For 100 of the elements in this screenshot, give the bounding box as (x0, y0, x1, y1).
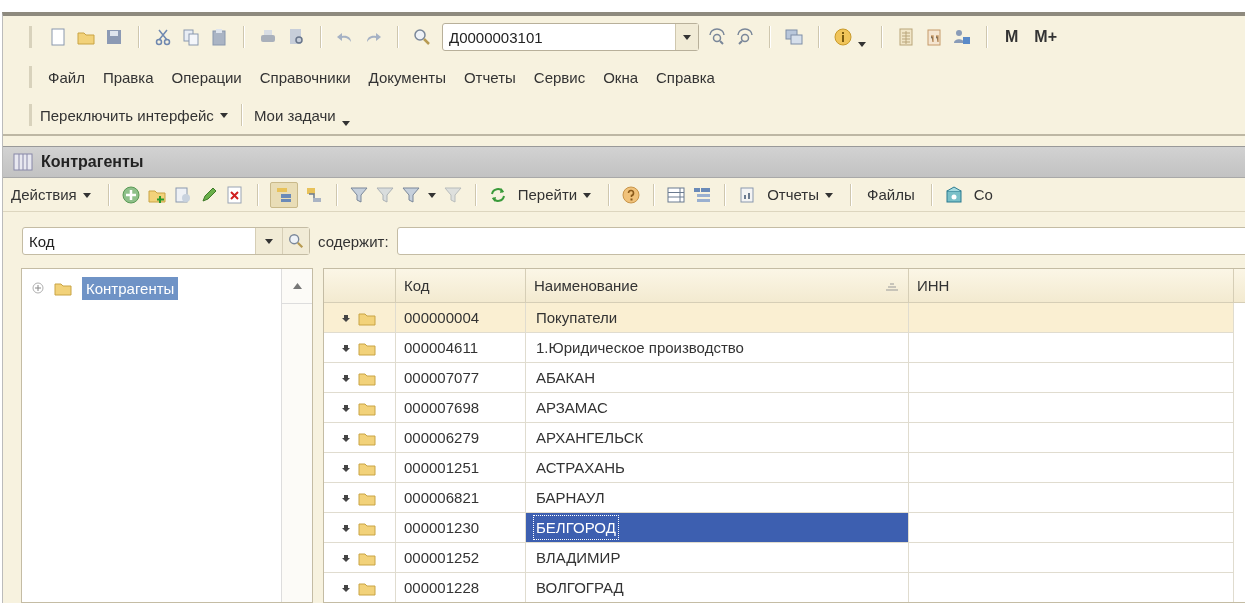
caret-icon[interactable] (857, 40, 867, 48)
box-icon[interactable] (943, 184, 964, 205)
selected-cell-highlight[interactable]: БАРНАУЛ (526, 483, 909, 513)
search-field[interactable]: Д0000003101 (443, 28, 675, 46)
users-icon[interactable] (952, 27, 972, 47)
calendar-icon[interactable] (924, 27, 944, 47)
column-header[interactable]: Код (396, 269, 526, 303)
menu-item[interactable]: Справка (654, 66, 717, 88)
caret-icon[interactable] (218, 111, 229, 119)
menu-item[interactable]: Правка (100, 66, 156, 88)
paste-icon[interactable] (209, 27, 229, 47)
caret-icon[interactable] (426, 190, 437, 199)
filter-field-select[interactable]: Код (22, 227, 310, 255)
row-marker-cell[interactable] (324, 453, 396, 483)
table-icon[interactable] (896, 27, 916, 47)
expand-icon (341, 522, 350, 533)
table-cell-text: Покупатели (535, 308, 619, 328)
scroll-up-icon[interactable] (291, 281, 303, 291)
row-marker-cell[interactable] (324, 483, 396, 513)
caret-icon[interactable] (340, 119, 351, 127)
table-cell-text: АРХАНГЕЛЬСК (535, 428, 645, 448)
selected-cell-highlight[interactable]: 1.Юридическое производство (526, 333, 909, 363)
caret-icon[interactable] (81, 190, 92, 199)
table-cell-text: АРЗАМАС (535, 398, 609, 418)
column-header (324, 269, 396, 303)
search-combo-box[interactable]: Д0000003101 (442, 23, 699, 51)
row-marker-cell[interactable] (324, 393, 396, 423)
selected-cell-highlight[interactable]: АСТРАХАНЬ (526, 453, 909, 483)
table-cell-text: БАРНАУЛ (535, 488, 606, 508)
expand-icon (341, 462, 350, 473)
selected-cell-highlight[interactable]: БЕЛГОРОД (526, 513, 909, 543)
menu-item[interactable]: Операции (169, 66, 244, 88)
filter-off-icon[interactable] (374, 184, 395, 205)
selected-cell-highlight[interactable]: Покупатели (526, 303, 909, 333)
table-cell-text: АБАКАН (535, 368, 597, 388)
table-cell: 000000004 (396, 303, 526, 333)
windows-icon[interactable] (784, 27, 804, 47)
document-icon[interactable] (48, 27, 68, 47)
column-header[interactable]: Наименование (526, 269, 909, 303)
expand-toggle-icon[interactable] (32, 282, 44, 294)
copy-icon[interactable] (181, 27, 201, 47)
menu-item[interactable]: Файл (46, 66, 87, 88)
scissors-icon[interactable] (153, 27, 173, 47)
memory-button[interactable]: M+ (1030, 28, 1061, 46)
search-icon[interactable] (287, 232, 305, 250)
save-icon[interactable] (104, 27, 124, 47)
menu-item[interactable]: Отчеты (461, 66, 518, 88)
search-icon[interactable] (412, 27, 432, 47)
toolbar-button[interactable]: Файлы (863, 184, 919, 205)
window-title: Контрагенты (41, 153, 144, 171)
toolbar-button[interactable]: Перейти (513, 184, 597, 205)
window-list-icon (13, 153, 33, 171)
selected-cell-highlight[interactable]: АБАКАН (526, 363, 909, 393)
row-marker-cell[interactable] (324, 333, 396, 363)
expand-icon (341, 432, 350, 443)
toolbar-button[interactable]: Со (969, 184, 997, 205)
row-marker-cell[interactable] (324, 303, 396, 333)
expand-icon (341, 582, 350, 593)
menu-item[interactable]: Окна (601, 66, 641, 88)
caret-icon[interactable] (264, 237, 274, 245)
row-marker-cell[interactable] (324, 543, 396, 573)
delete-icon[interactable] (224, 184, 245, 205)
toolbar-button[interactable]: Переключить интерфейс (36, 104, 233, 126)
expand-icon (341, 372, 350, 383)
caret-icon[interactable] (824, 190, 835, 199)
caret-icon[interactable] (582, 190, 593, 199)
hierarchy-toggle[interactable] (269, 181, 298, 208)
info-icon[interactable] (833, 27, 853, 47)
row-marker-cell[interactable] (324, 423, 396, 453)
menu-item[interactable]: Документы (366, 66, 448, 88)
table-cell-text: 1.Юридическое производство (535, 338, 745, 358)
search-previous-icon[interactable] (735, 27, 755, 47)
selected-cell-highlight[interactable]: ВЛАДИМИР (526, 543, 909, 573)
selected-cell-highlight[interactable]: АРЗАМАС (526, 393, 909, 423)
table-cell-text: АСТРАХАНЬ (535, 458, 626, 478)
filter-icon[interactable] (400, 184, 421, 205)
expand-icon (341, 312, 350, 323)
list-icon[interactable] (666, 184, 687, 205)
memory-button[interactable]: M (1001, 28, 1023, 46)
row-marker-cell[interactable] (324, 363, 396, 393)
filter-label: содержит: (318, 232, 389, 250)
expand-icon (341, 552, 350, 563)
menu-item[interactable]: Сервис (531, 66, 588, 88)
column-header[interactable]: ИНН (909, 269, 1234, 303)
expand-icon (341, 342, 350, 353)
toolbar-button[interactable]: Отчеты (763, 184, 839, 205)
toolbar-button[interactable]: Действия (7, 184, 96, 205)
add-icon[interactable] (120, 184, 141, 205)
row-marker-cell[interactable] (324, 513, 396, 543)
help-icon[interactable] (621, 184, 642, 205)
expand-icon (341, 402, 350, 413)
selected-cell-highlight[interactable]: АРХАНГЕЛЬСК (526, 423, 909, 453)
table-cell-text: ВОЛГОГРАД (535, 578, 625, 598)
toolbar-button[interactable]: Мои задачи (249, 101, 355, 129)
expand-icon (341, 492, 350, 503)
filter-icon[interactable] (348, 184, 369, 205)
caret-icon[interactable] (682, 33, 692, 41)
filter-input[interactable] (396, 227, 1245, 255)
search-next-icon[interactable] (707, 27, 727, 47)
menu-item[interactable]: Справочники (257, 66, 353, 88)
